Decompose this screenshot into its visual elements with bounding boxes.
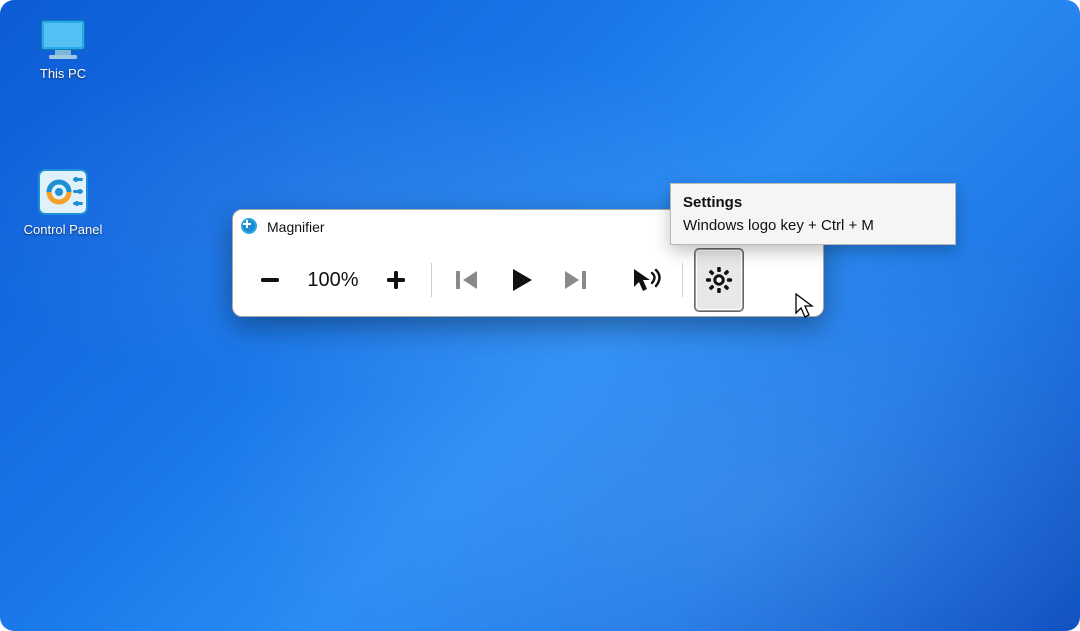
separator: [431, 263, 432, 297]
desktop-icon-control-panel[interactable]: Control Panel: [8, 166, 118, 238]
settings-button[interactable]: [695, 249, 743, 311]
skip-back-icon: [453, 268, 481, 292]
zoom-out-button[interactable]: [247, 250, 293, 310]
magnifier-app-icon: [241, 218, 259, 236]
previous-button[interactable]: [444, 250, 490, 310]
tooltip-shortcut: Windows logo key + Ctrl + M: [683, 217, 943, 234]
settings-tooltip: Settings Windows logo key + Ctrl + M: [670, 183, 956, 245]
magnifier-toolbar: 100%: [233, 244, 823, 316]
play-button[interactable]: [494, 250, 548, 310]
gear-icon: [705, 266, 733, 294]
plus-icon: [383, 267, 409, 293]
window-title: Magnifier: [267, 219, 325, 235]
desktop-icon-this-pc[interactable]: This PC: [8, 18, 118, 82]
minus-icon: [257, 267, 283, 293]
cursor-sound-icon: [632, 267, 662, 293]
zoom-in-button[interactable]: [373, 250, 419, 310]
monitor-icon: [37, 18, 89, 62]
desktop: This PC Control Panel Magnifier: [0, 0, 1080, 631]
zoom-level: 100%: [297, 269, 369, 292]
next-button[interactable]: [552, 250, 598, 310]
tooltip-title: Settings: [683, 194, 943, 211]
skip-forward-icon: [561, 268, 589, 292]
read-aloud-button[interactable]: [624, 250, 670, 310]
play-icon: [506, 265, 536, 295]
desktop-icon-label: Control Panel: [8, 222, 118, 238]
separator: [682, 263, 683, 297]
control-panel-icon: [33, 166, 93, 218]
desktop-icon-label: This PC: [8, 66, 118, 82]
